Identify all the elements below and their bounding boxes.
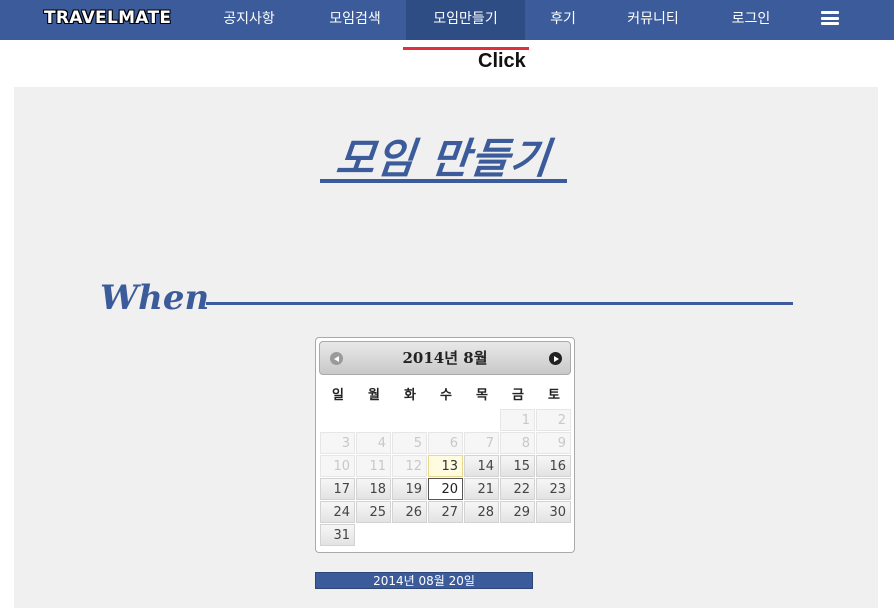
- section-label-when: When: [100, 278, 210, 318]
- calendar-day: 2: [536, 409, 571, 431]
- weekday-header: 금: [512, 388, 524, 403]
- calendar-day[interactable]: 15: [500, 455, 535, 477]
- logo[interactable]: TRAVELMATE: [44, 8, 171, 28]
- calendar-day[interactable]: 28: [464, 501, 499, 523]
- selected-date-field[interactable]: 2014년 08월 20일: [315, 572, 533, 589]
- calendar-day: 1: [500, 409, 535, 431]
- calendar-day[interactable]: 20: [428, 478, 463, 500]
- calendar-day[interactable]: 14: [464, 455, 499, 477]
- weekday-header: 토: [548, 388, 560, 403]
- calendar-day[interactable]: 27: [428, 501, 463, 523]
- calendar-day[interactable]: 22: [500, 478, 535, 500]
- calendar-day: 3: [320, 432, 355, 454]
- nav-item-reviews[interactable]: 후기: [540, 0, 586, 40]
- weekday-header: 화: [404, 388, 416, 403]
- chevron-right-circle-icon[interactable]: [549, 352, 562, 365]
- calendar-day[interactable]: 23: [536, 478, 571, 500]
- calendar-day[interactable]: 17: [320, 478, 355, 500]
- nav-item-login[interactable]: 로그인: [718, 0, 784, 40]
- page-title: 모임 만들기: [333, 134, 553, 183]
- calendar-day: 4: [356, 432, 391, 454]
- calendar-day[interactable]: 19: [392, 478, 427, 500]
- chevron-left-circle-icon[interactable]: [330, 352, 343, 365]
- calendar-day[interactable]: 31: [320, 524, 355, 546]
- weekday-header: 수: [440, 388, 452, 403]
- calendar-day[interactable]: 25: [356, 501, 391, 523]
- datepicker: 2014년 8월 일 월 화 수 목 금 토 1 2 3 4 5 6 7 8 9 10 11 12 13 14 15 16 1…: [315, 337, 575, 553]
- calendar-day: 11: [356, 455, 391, 477]
- weekday-header: 월: [368, 388, 380, 403]
- nav-item-notice[interactable]: 공지사항: [206, 0, 292, 40]
- calendar-day[interactable]: 13: [428, 455, 463, 477]
- calendar-day[interactable]: 24: [320, 501, 355, 523]
- click-annotation: Click: [478, 50, 526, 72]
- hamburger-icon[interactable]: [821, 11, 839, 25]
- calendar-day: 8: [500, 432, 535, 454]
- calendar-day[interactable]: 16: [536, 455, 571, 477]
- calendar-day: 9: [536, 432, 571, 454]
- calendar-day[interactable]: 26: [392, 501, 427, 523]
- calendar-day[interactable]: 29: [500, 501, 535, 523]
- calendar-day[interactable]: 21: [464, 478, 499, 500]
- calendar-day: 12: [392, 455, 427, 477]
- datepicker-month-title: 2014년 8월: [402, 349, 488, 367]
- nav-item-community[interactable]: 커뮤니티: [612, 0, 694, 40]
- calendar-day: 5: [392, 432, 427, 454]
- title-underline: [320, 179, 567, 183]
- calendar-day[interactable]: 18: [356, 478, 391, 500]
- calendar-day: 7: [464, 432, 499, 454]
- weekday-header: 목: [476, 388, 488, 403]
- datepicker-header: 2014년 8월: [319, 341, 571, 375]
- calendar-day: 10: [320, 455, 355, 477]
- nav-item-search-meetup[interactable]: 모임검색: [312, 0, 398, 40]
- nav-item-create-meetup[interactable]: 모임만들기: [406, 0, 525, 40]
- weekday-header: 일: [332, 388, 344, 403]
- section-divider: [206, 302, 793, 305]
- top-navigation-bar: TRAVELMATE 공지사항 모임검색 모임만들기 후기 커뮤니티 로그인: [0, 0, 894, 40]
- calendar-day[interactable]: 30: [536, 501, 571, 523]
- calendar-day: 6: [428, 432, 463, 454]
